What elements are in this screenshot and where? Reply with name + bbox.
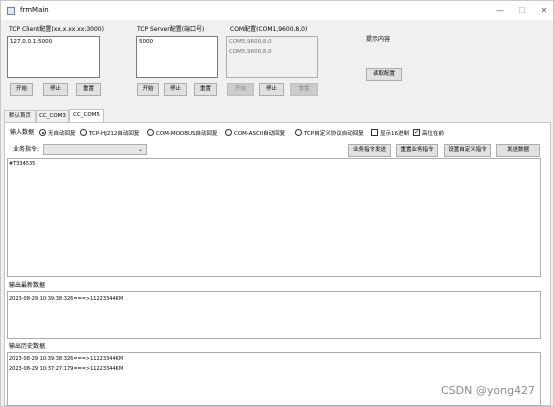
com-label: COM配置(COM1,9600,8,0) — [230, 26, 308, 33]
latest-output-textbox[interactable]: 2023-08-29 10:39:38:326===>11223344KM — [7, 291, 541, 339]
tcp-client-stop-button[interactable]: 停止 — [43, 83, 68, 96]
title-bar: frmMain — ☐ ✕ — [1, 1, 553, 20]
window-title: frmMain — [20, 6, 49, 14]
com-start-button[interactable]: 开始 — [227, 83, 254, 96]
main-window: frmMain — ☐ ✕ TCP Client配置(xx.x.xx.xx:30… — [0, 0, 554, 407]
tcp-client-start-button[interactable]: 开始 — [10, 83, 33, 96]
text-line: 2023-08-29 10:39:38:326===>11223344KM — [9, 296, 124, 302]
read-config-button[interactable]: 读取配置 — [366, 68, 402, 81]
close-icon[interactable]: ✕ — [533, 4, 554, 17]
checkbox-label: 显示16进制 — [380, 130, 409, 137]
radio-label: TCP自定义协议自动回复 — [304, 130, 364, 137]
tcp-server-start-button[interactable]: 开始 — [137, 83, 159, 96]
chevron-down-icon[interactable]: ⌄ — [138, 145, 143, 154]
hint-label: 提示内容 — [366, 36, 391, 43]
radio-indicator[interactable] — [80, 129, 87, 136]
watermark: CSDN @yong427 — [441, 384, 536, 397]
radio-label: 无自动回复 — [48, 130, 76, 137]
radio-com-ascii[interactable]: COM-ASCII自动回复 — [225, 128, 285, 137]
tcp-client-reset-button[interactable]: 重置 — [76, 83, 101, 96]
hex-display-checkbox[interactable]: 显示16进制 — [371, 128, 409, 137]
command-select[interactable]: ⌄ — [43, 144, 147, 155]
radio-indicator[interactable] — [39, 129, 46, 136]
list-item[interactable]: 127.0.0.1:5000 — [8, 37, 99, 47]
maximize-icon[interactable]: ☐ — [511, 4, 533, 17]
radio-label: COM-ASCII自动回复 — [234, 130, 286, 137]
tcp-server-stop-button[interactable]: 停止 — [164, 83, 187, 96]
tcp-client-label: TCP Client配置(xx.x.xx.xx:3000) — [9, 26, 104, 33]
send-data-textbox[interactable]: #T334535 — [7, 158, 541, 277]
history-output-textbox[interactable]: 2023-08-29 10:39:38:326===>11223344KM 20… — [7, 352, 541, 406]
tcp-server-reset-button[interactable]: 重置 — [194, 83, 217, 96]
text-line: 2023-08-29 10:37:27:179===>11223344KM — [9, 366, 124, 372]
list-item[interactable]: COM5,9600,8,0 — [227, 47, 317, 57]
text-line: #T334535 — [9, 161, 36, 167]
list-item[interactable]: 5000 — [137, 37, 217, 47]
radio-no-reply[interactable]: 无自动回复 — [39, 128, 76, 137]
radio-com-modbus[interactable]: COM-MODBUS自动回复 — [147, 128, 218, 137]
checkbox-label: 高位在前 — [422, 130, 445, 137]
checkbox-box[interactable] — [371, 129, 378, 136]
radio-label: TCP-HJ212自动回复 — [89, 130, 140, 137]
radio-indicator[interactable] — [147, 129, 154, 136]
com-list[interactable]: COM5,9600,8,0 COM5,9600,8,0 — [226, 36, 318, 78]
radio-indicator[interactable] — [295, 129, 302, 136]
com-stop-button[interactable]: 停止 — [259, 83, 284, 96]
radio-label: COM-MODBUS自动回复 — [156, 130, 218, 137]
radio-tcp-custom[interactable]: TCP自定义协议自动回复 — [295, 128, 364, 137]
com-reset-button[interactable]: 重置 — [290, 83, 318, 96]
history-output-label: 输出历史数据 — [9, 343, 46, 350]
top-most-checkbox[interactable]: ✓ 高位在前 — [413, 128, 444, 137]
tab-cc-com3[interactable]: CC_COM3 — [36, 110, 69, 122]
latest-output-label: 输出最新数据 — [9, 282, 46, 289]
radio-indicator[interactable] — [225, 129, 232, 136]
input-data-label: 输入数据 — [10, 129, 35, 136]
send-data-button[interactable]: 发送数据 — [496, 144, 540, 157]
command-label: 业务指令: — [13, 146, 40, 153]
reset-command-button[interactable]: 重置业务指令 — [396, 144, 438, 157]
tcp-server-label: TCP Server配置(端口号) — [137, 26, 205, 33]
tab-cc-com5[interactable]: CC_COM5 — [69, 109, 104, 122]
send-command-button[interactable]: 业务指令发送 — [348, 144, 391, 157]
tab-home[interactable]: 默认首页 — [4, 110, 36, 122]
text-line: 2023-08-29 10:39:38:326===>11223344KM — [9, 356, 124, 362]
tcp-client-list[interactable]: 127.0.0.1:5000 — [7, 36, 100, 78]
app-icon — [7, 7, 15, 15]
minimize-icon[interactable]: — — [489, 4, 511, 17]
radio-tcp-hj212[interactable]: TCP-HJ212自动回复 — [80, 128, 139, 137]
custom-command-button[interactable]: 设置自定义指令 — [444, 144, 491, 157]
check-icon[interactable]: ✓ — [413, 129, 420, 136]
tcp-server-list[interactable]: 5000 — [136, 36, 218, 78]
list-item[interactable]: COM5,9600,8,0 — [227, 37, 317, 47]
